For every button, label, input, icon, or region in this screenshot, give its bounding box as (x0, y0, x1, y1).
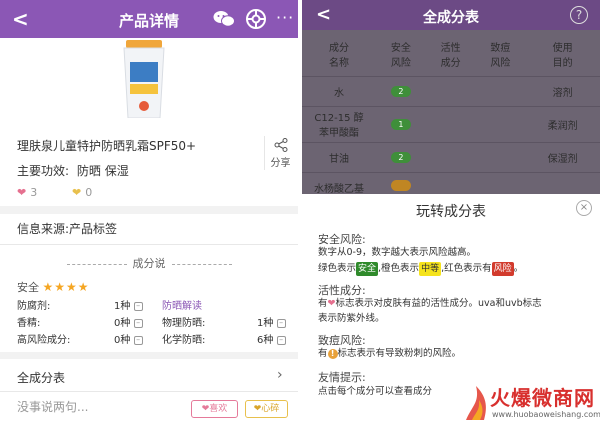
column-header: 安全 风险 (390, 42, 411, 69)
safety-cell: 2 (376, 141, 426, 172)
like-count[interactable]: ❤ 3 (17, 186, 37, 199)
full-ingredient-list-link[interactable]: 全成分表 (17, 369, 65, 386)
acne-desc: 有! 标志表示有导致粉刺的风险。 (318, 348, 462, 359)
safety-score: 2 (390, 85, 411, 97)
divider (0, 244, 298, 245)
active-heading: 活性成分: (318, 284, 366, 297)
top-bar: < 全成分表 ? (302, 0, 600, 30)
product-detail-screen: < 产品详情 ··· 理肤泉儿童特护防晒乳霜SPF50+ 主要功效: 防晒 保湿… (0, 0, 298, 424)
safety-legend: 绿色表示 安全 ,橙色表示 中等 ,红色表示有 风险。 (318, 262, 524, 276)
row-label: 高风险成分: (17, 335, 71, 346)
sunscreen-interpretation-link[interactable]: 防晒解读 (162, 297, 202, 312)
heartbreak-button[interactable]: ❤心碎 (245, 400, 288, 418)
chevron-right-icon[interactable]: › (277, 367, 283, 383)
share-label: 分享 (270, 158, 291, 169)
safety-score: 1 (390, 118, 411, 130)
comment-input[interactable]: 没事说两句... (17, 398, 88, 415)
purpose-cell: 柔润剂 (525, 105, 600, 142)
page-title: 全成分表 (423, 10, 479, 26)
section-gap (0, 206, 298, 214)
safety-desc: 数字从0-9，数字越大表示风险越高。 (318, 247, 477, 258)
broken-heart-icon: ❤ (72, 186, 82, 199)
product-name: 理肤泉儿童特护防晒乳霜SPF50+ (17, 139, 197, 153)
wechat-icon[interactable] (213, 10, 235, 28)
section-gap (0, 352, 298, 359)
ingredient-name: 水 (302, 75, 376, 106)
heart-icon: ❤ (17, 186, 27, 199)
minus-icon: – (276, 335, 286, 345)
warning-icon: ! (327, 349, 338, 359)
minus-icon: – (133, 335, 143, 345)
acne-heading: 致痘风险: (318, 334, 366, 347)
broken-heart-number: 0 (85, 186, 93, 199)
effect-values: 防晒 保湿 (76, 164, 129, 178)
watermark-url: www.huobaoweishang.com (492, 410, 600, 419)
row-right-label: 物理防晒: (162, 318, 206, 329)
safety-rating: 安全 ★★★★ (17, 279, 90, 295)
tip-heading: 友情提示: (318, 371, 366, 384)
safety-heading: 安全风险: (318, 233, 366, 246)
ingredient-list-screen: < 全成分表 ? 成分 名称 安全 风险 活性 成分 致痘 风险 使用 目的 水… (302, 0, 600, 424)
safety-score (390, 180, 411, 192)
product-image (123, 40, 165, 118)
moments-icon[interactable] (246, 9, 266, 29)
ingredient-name: 甘油 (302, 141, 376, 172)
like-button[interactable]: ❤喜欢 (191, 400, 238, 418)
tag-medium: 中等 (419, 262, 442, 276)
row-right-value: 6种 – (257, 331, 286, 346)
minus-icon: – (276, 318, 286, 328)
safety-label: 安全 (17, 281, 39, 294)
column-header: 活性 成分 (440, 42, 461, 69)
table-row[interactable]: 水 2 溶剂 (302, 75, 600, 106)
like-number: 3 (30, 186, 38, 199)
tag-risk: 风险 (491, 262, 514, 276)
safety-cell: 1 (376, 105, 426, 142)
effect-label: 主要功效: (17, 164, 70, 178)
row-value: 0种 – (114, 331, 143, 346)
more-icon[interactable]: ··· (276, 8, 294, 27)
row-label: 防腐剂: (17, 301, 51, 312)
row-right-label: 化学防晒: (162, 335, 206, 346)
divider (0, 391, 298, 392)
row-label: 香精: (17, 318, 41, 329)
active-desc: 有❤标志表示对皮肤有益的活性成分。uva和uvb标志 (318, 298, 542, 309)
analysis-heading: 成分说 (0, 255, 298, 271)
column-header: 成分 名称 (329, 42, 349, 69)
row-value: 1种 – (114, 297, 143, 312)
table-row[interactable]: 甘油 2 保湿剂 (302, 141, 600, 172)
column-header: 致痘 风险 (490, 42, 511, 69)
star-rating: ★★★★ (42, 280, 90, 294)
broken-heart-count[interactable]: ❤ 0 (72, 186, 92, 199)
modal-title: 玩转成分表 (416, 204, 486, 220)
ingredient-table: 成分 名称 安全 风险 活性 成分 致痘 风险 使用 目的 水 2 溶剂 C12… (302, 32, 600, 202)
close-icon[interactable]: × (576, 200, 592, 216)
top-bar: < 产品详情 ··· (0, 0, 298, 38)
analysis-row: 香精: 0种 – 物理防晒: 1种 – (17, 314, 287, 329)
help-icon[interactable]: ? (570, 6, 588, 24)
tag-safe: 安全 (356, 262, 379, 276)
column-header: 使用 目的 (552, 42, 573, 69)
main-effects: 主要功效: 防晒 保湿 (17, 162, 129, 179)
ingredient-name: C12-15 醇 苯甲酸酯 (302, 105, 376, 142)
info-source: 信息来源:产品标签 (17, 222, 118, 236)
analysis-row: 防腐剂: 1种 – 防晒解读 (17, 297, 287, 312)
table-row[interactable]: C12-15 醇 苯甲酸酯 1 柔润剂 (302, 105, 600, 142)
safety-cell: 2 (376, 75, 426, 106)
safety-score: 2 (390, 151, 411, 163)
minus-icon: – (133, 318, 143, 328)
share-button[interactable]: 分享 (264, 136, 296, 170)
share-icon (274, 138, 287, 152)
purpose-cell: 保湿剂 (525, 141, 600, 172)
watermark-brand: 火爆微商网 (490, 386, 595, 410)
row-value: 0种 – (114, 314, 143, 329)
analysis-row: 高风险成分: 0种 – 化学防晒: 6种 – (17, 331, 287, 346)
active-desc-2: 表示防紫外线。 (318, 313, 385, 324)
table-header: 成分 名称 安全 风险 活性 成分 致痘 风险 使用 目的 (302, 32, 600, 76)
row-right-value: 1种 – (257, 314, 286, 329)
purpose-cell: 溶剂 (525, 75, 600, 106)
minus-icon: – (133, 301, 143, 311)
